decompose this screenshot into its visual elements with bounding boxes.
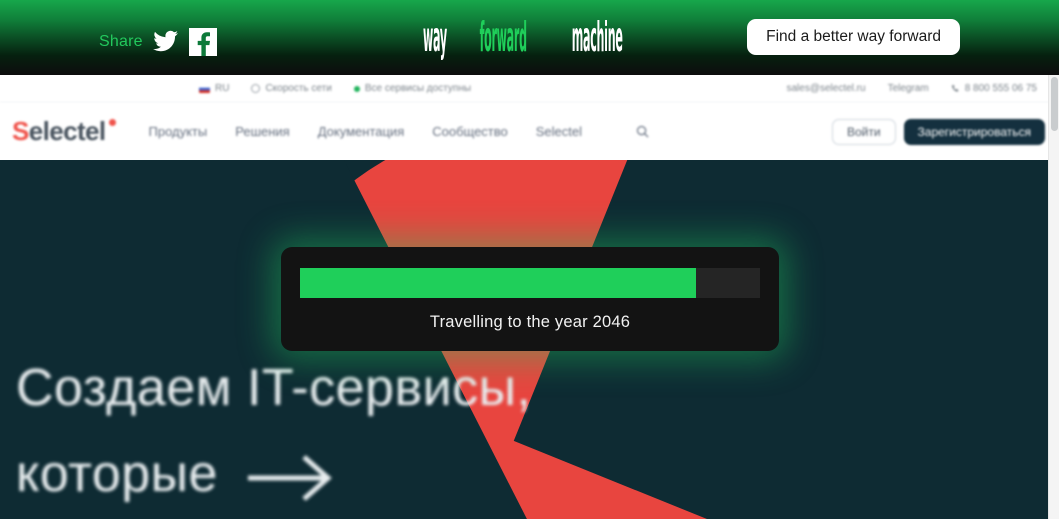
screen-root: RU Скорость сети Все сервисы доступны sa… bbox=[0, 0, 1059, 519]
phone-icon bbox=[951, 84, 960, 93]
utility-strip: RU Скорость сети Все сервисы доступны sa… bbox=[0, 75, 1059, 103]
share-label: Share bbox=[99, 33, 143, 50]
nav-item-solutions[interactable]: Решения bbox=[235, 124, 289, 139]
main-navbar: Selectel Продукты Решения Документация С… bbox=[0, 103, 1059, 160]
telegram-link[interactable]: Telegram bbox=[888, 83, 929, 94]
time-travel-modal: Travelling to the year 2046 bbox=[281, 247, 779, 351]
logo-part-forward: forward bbox=[479, 13, 528, 61]
search-icon[interactable] bbox=[636, 125, 649, 138]
selectel-logo-dot-icon bbox=[109, 119, 116, 126]
telegram-label: Telegram bbox=[887, 83, 929, 94]
nav-actions: Войти Зарегистрироваться bbox=[831, 118, 1045, 145]
utility-strip-right: sales@selectel.ru Telegram 8 800 555 06 … bbox=[786, 83, 1037, 94]
flag-ru-icon bbox=[199, 84, 210, 93]
register-button[interactable]: Зарегистрироваться bbox=[903, 118, 1045, 145]
hero-heading-line2: которые bbox=[16, 445, 218, 503]
selectel-logo-rest: electel bbox=[28, 116, 106, 146]
progress-bar-fill bbox=[300, 268, 696, 298]
phone-link[interactable]: 8 800 555 06 75 bbox=[951, 83, 1037, 94]
network-speed-link[interactable]: Скорость сети bbox=[251, 83, 332, 94]
login-button[interactable]: Войти bbox=[831, 118, 896, 145]
phone-label: 8 800 555 06 75 bbox=[964, 83, 1037, 94]
facebook-icon[interactable] bbox=[188, 28, 217, 56]
logo-part-way: way bbox=[423, 13, 448, 61]
progress-bar-track bbox=[300, 268, 760, 298]
hero-heading: Создаем IT-сервисы, которые bbox=[16, 345, 531, 517]
wayforwardmachine-banner: Share way forward machine Find a better wa… bbox=[0, 0, 1059, 75]
logo-part-machine: machine bbox=[572, 13, 624, 61]
modal-caption: Travelling to the year 2046 bbox=[429, 313, 631, 331]
nav-item-documentation[interactable]: Документация bbox=[318, 124, 405, 139]
vertical-scrollbar[interactable] bbox=[1048, 75, 1059, 519]
utility-strip-left: RU Скорость сети Все сервисы доступны bbox=[199, 83, 471, 94]
hero-heading-line2-row: которые bbox=[16, 431, 531, 517]
selectel-logo-initial: S bbox=[12, 116, 29, 146]
service-status-label: Все сервисы доступны bbox=[364, 83, 472, 94]
twitter-icon[interactable] bbox=[152, 30, 179, 54]
arrow-right-icon bbox=[244, 446, 336, 502]
find-a-better-way-forward-button[interactable]: Find a better way forward bbox=[747, 19, 960, 55]
globe-icon bbox=[251, 84, 261, 93]
language-label: RU bbox=[215, 83, 230, 94]
nav-links: Продукты Решения Документация Сообщество… bbox=[149, 124, 650, 139]
nav-item-products[interactable]: Продукты bbox=[149, 124, 208, 139]
nav-item-community[interactable]: Сообщество bbox=[432, 124, 508, 139]
selectel-logo[interactable]: Selectel bbox=[12, 116, 116, 147]
share-group: Share bbox=[99, 28, 217, 56]
scrollbar-thumb[interactable] bbox=[1051, 77, 1058, 131]
service-status-link[interactable]: Все сервисы доступны bbox=[353, 83, 472, 94]
nav-item-selectel[interactable]: Selectel bbox=[536, 124, 582, 139]
network-speed-label: Скорость сети bbox=[265, 83, 332, 94]
hero-heading-line1: Создаем IT-сервисы, bbox=[16, 359, 532, 417]
sales-email-link[interactable]: sales@selectel.ru bbox=[786, 83, 865, 94]
sales-email-label: sales@selectel.ru bbox=[786, 83, 866, 94]
status-dot-icon bbox=[353, 85, 360, 92]
language-selector[interactable]: RU bbox=[199, 83, 229, 94]
